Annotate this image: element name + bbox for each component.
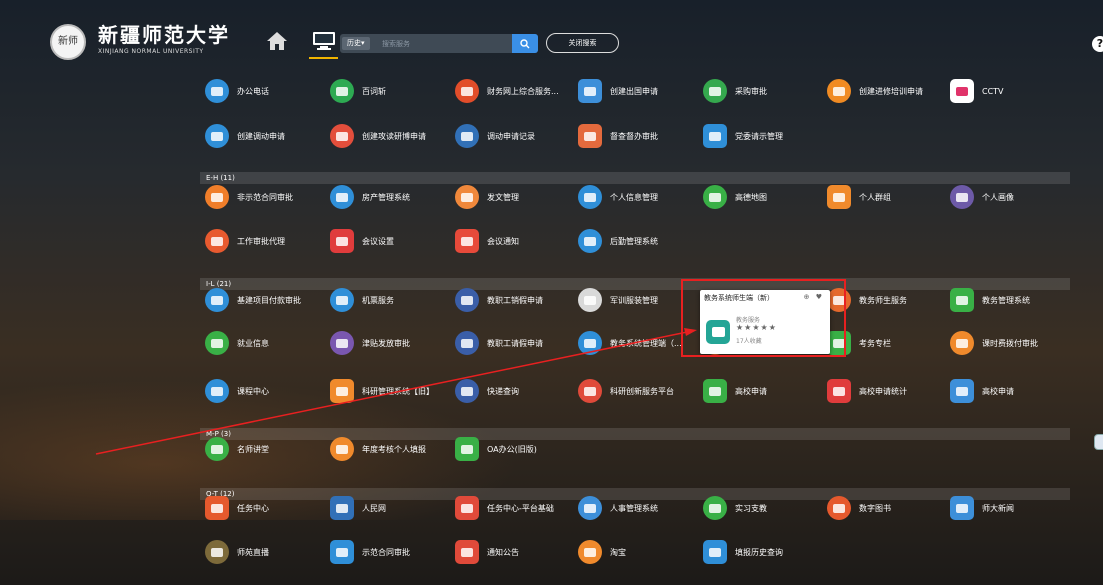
annotation-arrow bbox=[95, 328, 697, 455]
